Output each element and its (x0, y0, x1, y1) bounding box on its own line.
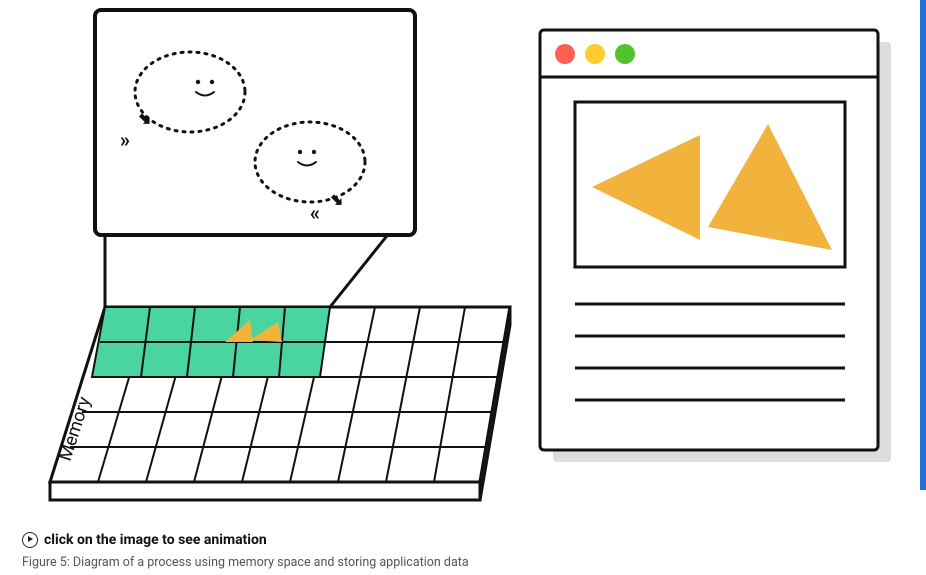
window-dot-zoom-icon (615, 44, 635, 64)
vertical-scrollbar[interactable] (920, 0, 926, 490)
figure-caption: Figure 5: Diagram of a process using mem… (22, 555, 469, 570)
svg-text:⬊: ⬊ (138, 109, 151, 128)
projection-lines (105, 232, 390, 307)
play-animation-hint[interactable]: click on the image to see animation (22, 532, 267, 548)
allocated-cells (92, 307, 330, 377)
window-dot-minimize-icon (585, 44, 605, 64)
app-window (540, 30, 891, 462)
process-panel: » ⬊ « ⬊ (95, 10, 415, 235)
play-caption: click on the image to see animation (44, 532, 267, 548)
play-icon (22, 532, 38, 548)
window-dot-close-icon (555, 44, 575, 64)
memory-plane: Memory (50, 307, 510, 500)
diagram-illustration[interactable]: Memory » ⬊ (20, 2, 900, 522)
svg-text:«: « (310, 201, 320, 225)
svg-text:⬊: ⬊ (330, 190, 343, 209)
figure-container: Memory » ⬊ (0, 0, 926, 575)
svg-text:»: » (120, 128, 130, 152)
